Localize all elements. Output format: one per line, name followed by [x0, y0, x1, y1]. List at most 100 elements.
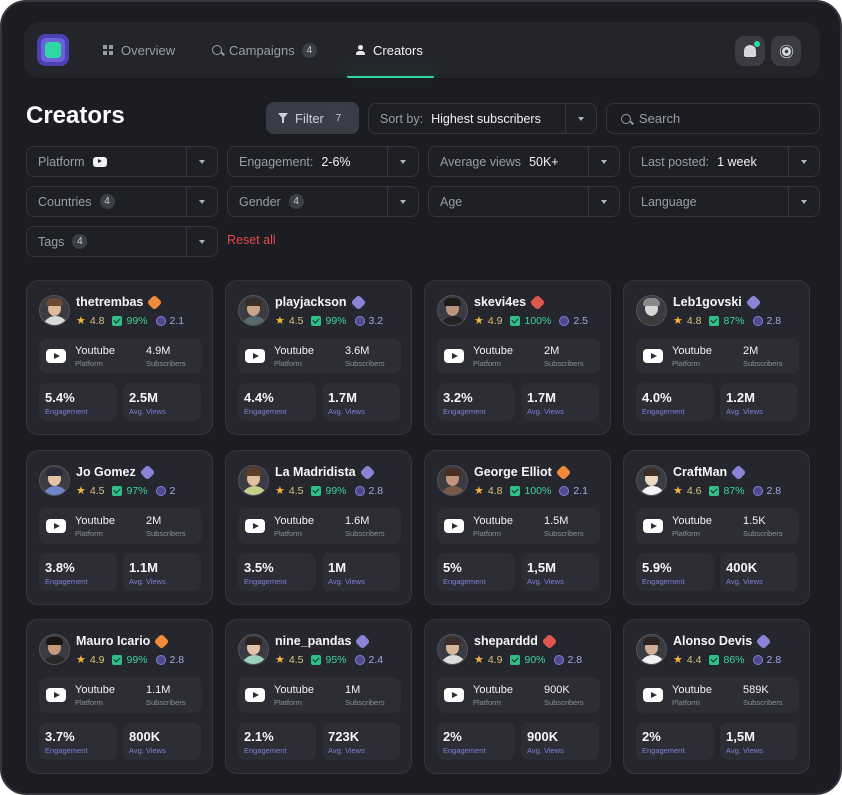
subscribers-caption: Subscribers — [146, 698, 186, 707]
creator-stats: ★ 4.4 86% 2.8 — [673, 653, 782, 667]
creator-card[interactable]: La Madridista ★ 4.5 99% 2.8 Youtube Plat… — [225, 450, 412, 605]
subscribers-caption: Subscribers — [544, 698, 584, 707]
tab-campaigns[interactable]: Campaigns 4 — [212, 22, 317, 78]
platform-caption: Platform — [672, 359, 700, 368]
sort-select[interactable]: Sort by: Highest subscribers — [368, 103, 597, 134]
verified-rate: 90% — [524, 653, 546, 666]
platform-caption: Platform — [473, 698, 501, 707]
last-posted-filter[interactable]: Last posted: 1 week — [629, 146, 820, 177]
creator-card[interactable]: Mauro Icario ★ 4.9 99% 2.8 Youtube Platf… — [26, 619, 213, 774]
avatar[interactable] — [636, 295, 667, 326]
platform-filter[interactable]: Platform — [26, 146, 218, 177]
avatar-hair — [46, 298, 63, 306]
search-input[interactable]: Search — [606, 103, 820, 134]
grid-icon — [103, 44, 114, 56]
avatar-shoulders — [42, 316, 69, 325]
tab-creators[interactable]: Creators — [347, 22, 434, 78]
gender-filter[interactable]: Gender 4 — [227, 186, 419, 217]
avg-views-value: 1.2M — [726, 390, 755, 405]
active-tab-indicator — [347, 76, 434, 78]
creator-card[interactable]: playjackson ★ 4.5 99% 3.2 Youtube Platfo… — [225, 280, 412, 435]
avg-views-value: 1,5M — [527, 560, 556, 575]
tier-badge-icon — [755, 633, 772, 649]
avatar[interactable] — [437, 295, 468, 326]
creator-name-row: playjackson — [275, 294, 366, 310]
gear-icon — [781, 46, 791, 56]
app-window: Overview Campaigns 4 Creators Creators F… — [0, 0, 842, 795]
avatar[interactable] — [238, 295, 269, 326]
creator-name[interactable]: nine_pandas — [275, 634, 351, 648]
engagement-metric: 5.9% Engagement — [636, 553, 714, 591]
avg-views-caption: Avg. Views — [129, 407, 166, 416]
creator-name[interactable]: Mauro Icario — [76, 634, 150, 648]
avatar[interactable] — [437, 634, 468, 665]
tab-overview[interactable]: Overview — [103, 22, 175, 78]
creator-name[interactable]: CraftMan — [673, 465, 727, 479]
coin-value: 2.1 — [573, 484, 588, 497]
tags-filter[interactable]: Tags 4 — [26, 226, 218, 257]
avg-views-value: 2.5M — [129, 390, 158, 405]
creator-card[interactable]: George Elliot ★ 4.8 100% 2.1 Youtube Pla… — [424, 450, 611, 605]
creator-card[interactable]: Leb1govski ★ 4.8 87% 2.8 Youtube Platfor… — [623, 280, 810, 435]
avg-views-filter[interactable]: Average views 50K+ — [428, 146, 620, 177]
star-icon: ★ — [673, 654, 683, 666]
creator-name[interactable]: Jo Gomez — [76, 465, 136, 479]
avg-views-value: 1.7M — [527, 390, 556, 405]
creator-name[interactable]: thetrembas — [76, 295, 143, 309]
avatar[interactable] — [238, 634, 269, 665]
engagement-caption: Engagement — [642, 407, 685, 416]
funnel-icon — [278, 113, 288, 123]
tier-badge-icon — [745, 294, 762, 310]
creator-name[interactable]: La Madridista — [275, 465, 356, 479]
creator-name[interactable]: sheparddd — [474, 634, 538, 648]
avatar[interactable] — [238, 465, 269, 496]
app-logo[interactable] — [37, 34, 69, 66]
creator-name[interactable]: playjackson — [275, 295, 347, 309]
creator-card[interactable]: skevi4es ★ 4.9 100% 2.5 Youtube Platform… — [424, 280, 611, 435]
star-icon: ★ — [76, 485, 86, 497]
creator-name[interactable]: George Elliot — [474, 465, 552, 479]
platform-info: Youtube Platform 589K Subscribers — [636, 677, 799, 713]
engagement-caption: Engagement — [244, 746, 287, 755]
avatar[interactable] — [39, 634, 70, 665]
engagement-filter[interactable]: Engagement: 2-6% — [227, 146, 419, 177]
verified-rate: 99% — [325, 484, 347, 497]
creator-stats: ★ 4.6 87% 2.8 — [673, 484, 781, 498]
language-filter[interactable]: Language — [629, 186, 820, 217]
coin-value: 2.8 — [766, 653, 782, 666]
avatar[interactable] — [636, 634, 667, 665]
youtube-icon — [444, 688, 464, 702]
creator-name[interactable]: Alonso Devis — [673, 634, 752, 648]
coin-value: 2.8 — [766, 314, 782, 327]
avatar[interactable] — [39, 295, 70, 326]
creator-card[interactable]: Jo Gomez ★ 4.5 97% 2 Youtube Platform 2M… — [26, 450, 213, 605]
creator-name[interactable]: Leb1govski — [673, 295, 742, 309]
settings-button[interactable] — [771, 36, 801, 66]
check-icon — [510, 315, 521, 326]
creator-card[interactable]: CraftMan ★ 4.6 87% 2.8 Youtube Platform … — [623, 450, 810, 605]
chevron-down-icon — [186, 147, 217, 176]
reset-all-link[interactable]: Reset all — [227, 233, 276, 247]
subscribers-value: 4.9M — [146, 345, 171, 357]
avatar-shoulders — [639, 655, 666, 664]
creator-card[interactable]: Alonso Devis ★ 4.4 86% 2.8 Youtube Platf… — [623, 619, 810, 774]
avg-views-metric: 800K Avg. Views — [123, 722, 201, 760]
engagement-metric: 2% Engagement — [636, 722, 714, 760]
avg-views-filter-value: 50K+ — [529, 154, 559, 169]
notifications-button[interactable] — [735, 36, 765, 66]
rating-value: 4.5 — [288, 314, 304, 327]
creator-name[interactable]: skevi4es — [474, 295, 526, 309]
age-filter[interactable]: Age — [428, 186, 620, 217]
creator-card[interactable]: nine_pandas ★ 4.5 95% 2.4 Youtube Platfo… — [225, 619, 412, 774]
filter-button[interactable]: Filter 7 — [266, 102, 359, 134]
creator-card[interactable]: thetrembas ★ 4.8 99% 2.1 Youtube Platfor… — [26, 280, 213, 435]
avatar-shoulders — [241, 655, 268, 664]
chevron-down-icon — [565, 104, 596, 133]
avatar[interactable] — [437, 465, 468, 496]
avatar[interactable] — [39, 465, 70, 496]
youtube-icon — [444, 349, 464, 363]
countries-filter[interactable]: Countries 4 — [26, 186, 218, 217]
creator-card[interactable]: sheparddd ★ 4.9 90% 2.8 Youtube Platform… — [424, 619, 611, 774]
avatar[interactable] — [636, 465, 667, 496]
chevron-down-icon — [387, 147, 418, 176]
